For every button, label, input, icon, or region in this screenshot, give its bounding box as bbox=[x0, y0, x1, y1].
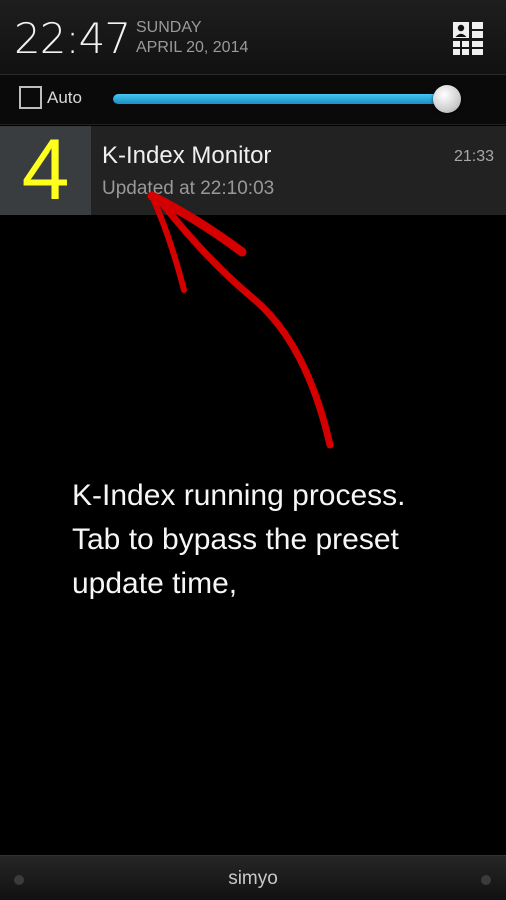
clock-time: 22:47 bbox=[14, 14, 131, 63]
brightness-slider-fill bbox=[113, 94, 447, 104]
date-label: APRIL 20, 2014 bbox=[136, 39, 249, 56]
carrier-label: simyo bbox=[228, 868, 278, 889]
notification-icon: 4 bbox=[0, 122, 91, 218]
brightness-slider[interactable] bbox=[113, 94, 457, 104]
notification-title: K-Index Monitor bbox=[102, 142, 272, 169]
auto-brightness-checkbox[interactable] bbox=[19, 86, 42, 109]
brightness-row: Auto bbox=[0, 75, 506, 125]
notification-time: 21:33 bbox=[453, 148, 494, 165]
quick-settings-button[interactable] bbox=[450, 20, 486, 56]
brightness-slider-thumb[interactable] bbox=[432, 85, 461, 113]
status-header: 22:47 SUNDAY APRIL 20, 2014 bbox=[0, 0, 506, 75]
k-index-notification[interactable]: 4 K-Index Monitor Updated at 22:10:03 21… bbox=[0, 122, 506, 218]
auto-brightness-label: Auto bbox=[47, 88, 82, 107]
day-of-week: SUNDAY bbox=[136, 19, 202, 36]
right-indicator-dot bbox=[481, 875, 491, 885]
annotation-caption: K-Index running process. Tab to bypass t… bbox=[72, 479, 406, 600]
carrier-bar: simyo bbox=[0, 855, 506, 900]
notification-subtitle: Updated at 22:10:03 bbox=[102, 178, 275, 199]
k-index-value: 4 bbox=[21, 122, 70, 218]
date-block: SUNDAY APRIL 20, 2014 bbox=[136, 18, 248, 58]
quick-settings-icon bbox=[453, 22, 483, 55]
